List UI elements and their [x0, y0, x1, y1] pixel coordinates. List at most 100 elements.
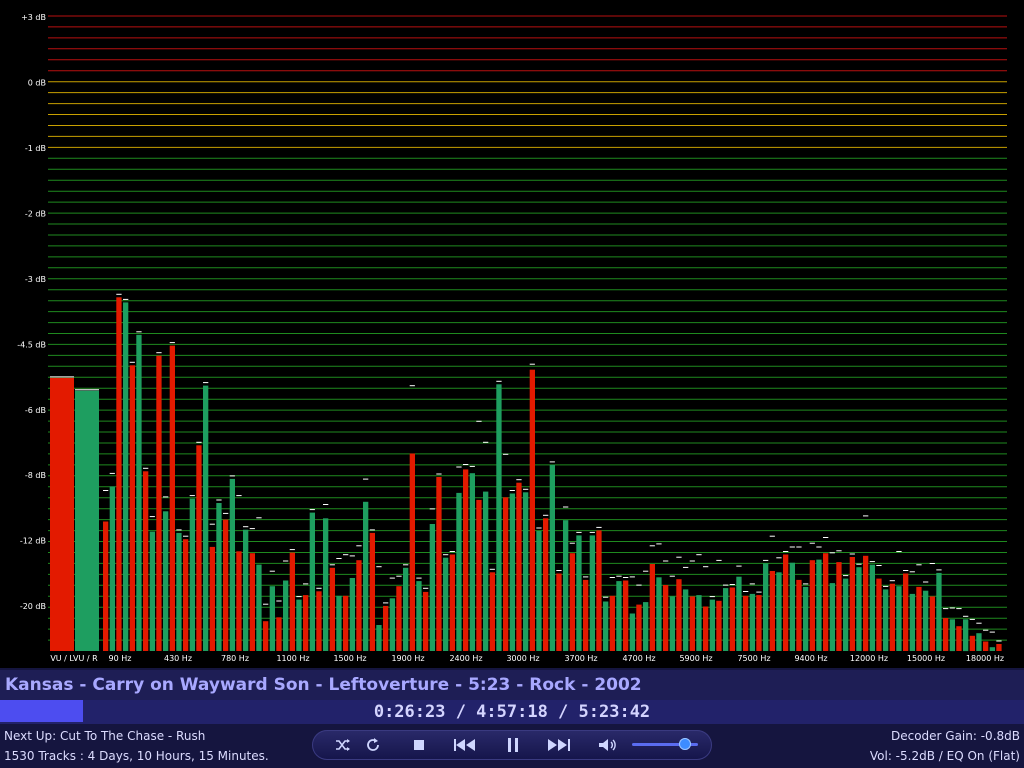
spectrum-bar	[196, 445, 202, 651]
spectrum-bar	[296, 599, 302, 651]
spectrum-bar	[336, 595, 342, 651]
repeat-button[interactable]	[362, 730, 384, 760]
y-axis-label: -20 dB	[20, 602, 46, 611]
spectrum-bar	[469, 473, 475, 651]
spectrum-bar	[943, 618, 949, 651]
spectrum-bar	[823, 553, 829, 651]
spectrum-bar	[223, 519, 229, 651]
spectrum-bar	[476, 499, 482, 651]
spectrum-bar	[489, 572, 495, 651]
y-axis-label: -8 dB	[25, 471, 46, 480]
shuffle-button[interactable]	[332, 730, 354, 760]
pause-icon	[508, 738, 518, 752]
spectrum-bar	[936, 572, 942, 651]
y-axis-label: -6 dB	[25, 406, 46, 415]
vu-meter-R	[75, 390, 99, 651]
spectrum-bar	[503, 497, 509, 651]
spectrum-bar	[836, 562, 842, 651]
x-axis-label: 12000 Hz	[850, 654, 888, 663]
spectrum-bar	[789, 562, 795, 651]
stop-icon	[414, 740, 424, 750]
spectrum-bar	[263, 621, 269, 651]
x-axis-label: 430 Hz	[164, 654, 192, 663]
spectrum-bar	[396, 586, 402, 651]
transport-controls	[312, 730, 712, 760]
y-axis-label: -2 dB	[25, 209, 46, 218]
spectrum-bar	[363, 501, 369, 651]
spectrum-bar	[743, 595, 749, 651]
previous-button[interactable]	[450, 730, 480, 760]
spectrum-bar	[576, 535, 582, 651]
spectrum-bar	[243, 529, 249, 651]
spectrum-bar	[316, 591, 322, 651]
spectrum-bar	[329, 567, 335, 651]
time-display: 0:26:23 / 4:57:18 / 5:23:42	[373, 702, 651, 722]
spectrum-bar	[696, 595, 702, 651]
spectrum-bar	[916, 586, 922, 651]
spectrum-bar	[563, 520, 569, 651]
spectrum-bar	[849, 557, 855, 651]
spectrum-bar	[303, 595, 309, 651]
spectrum-bar	[283, 580, 289, 651]
spectrum-bar	[436, 477, 442, 651]
spectrum-bar	[529, 369, 535, 651]
spectrum-bar	[896, 586, 902, 651]
spectrum-bar	[909, 593, 915, 651]
spectrum-bar	[949, 619, 955, 652]
spectrum-bar	[496, 384, 502, 651]
next-button[interactable]	[544, 730, 574, 760]
x-axis-label: 1500 Hz	[333, 654, 366, 663]
spectrum-bar	[143, 471, 149, 651]
spectrum-bar	[929, 596, 935, 651]
stop-button[interactable]	[408, 730, 430, 760]
spectrum-bar	[163, 511, 169, 651]
shuffle-icon	[336, 739, 350, 751]
spectrum-bar	[183, 539, 189, 651]
spectrum-bar	[343, 595, 349, 651]
spectrum-bar	[216, 503, 222, 651]
spectrum-bar	[423, 591, 429, 651]
spectrum-bar	[596, 530, 602, 651]
spectrum-bar	[763, 563, 769, 651]
spectrum-bar	[369, 532, 375, 651]
spectrum-bar	[116, 297, 122, 651]
x-axis-label: 9400 Hz	[794, 654, 827, 663]
spectrum-bar	[249, 553, 255, 651]
spectrum-bar	[996, 644, 1002, 651]
x-axis-label: 18000 Hz	[966, 654, 1004, 663]
spectrum-bar	[583, 579, 589, 651]
spectrum-bar	[103, 521, 109, 651]
spectrum-bar	[963, 619, 969, 652]
y-axis-label: 0 dB	[28, 79, 46, 88]
spectrum-bar	[323, 518, 329, 651]
spectrum-bar	[716, 600, 722, 651]
library-stats: 1530 Tracks : 4 Days, 10 Hours, 15 Minut…	[4, 749, 269, 763]
volume-slider-knob[interactable]	[678, 738, 691, 750]
spectrum-bar	[556, 573, 562, 651]
spectrum-bar	[569, 553, 575, 651]
spectrum-bar	[803, 586, 809, 651]
spectrum-bar	[769, 571, 775, 651]
now-playing-title: Kansas - Carry on Wayward Son - Leftover…	[5, 675, 642, 695]
y-axis-label: -3 dB	[25, 275, 46, 284]
x-axis-label: 3700 Hz	[564, 654, 597, 663]
spectrum-bar	[623, 580, 629, 651]
spectrum-bar	[683, 589, 689, 651]
spectrum-bar	[923, 590, 929, 651]
spectrum-bar	[543, 518, 549, 651]
decoder-gain: Decoder Gain: -0.8dB	[890, 729, 1020, 743]
mute-button[interactable]	[596, 730, 620, 760]
spectrum-bar	[129, 365, 135, 652]
spectrum-bar	[376, 625, 382, 651]
spectrum-bar	[783, 554, 789, 651]
repeat-icon	[367, 738, 379, 751]
spectrum-bar	[649, 564, 655, 651]
speaker-icon	[599, 739, 616, 751]
spectrum-bar	[269, 586, 275, 651]
pause-button[interactable]	[502, 730, 524, 760]
spectrum-bar	[869, 564, 875, 651]
spectrum-bar	[636, 604, 642, 651]
spectrum-bar	[676, 579, 682, 651]
spectrum-bar	[389, 598, 395, 651]
x-axis-label: 4700 Hz	[622, 654, 655, 663]
